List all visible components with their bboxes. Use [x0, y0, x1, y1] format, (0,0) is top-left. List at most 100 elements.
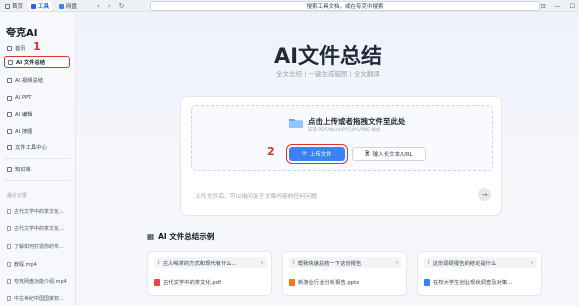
example-card[interactable]: ⁞ 帮我快速总结一下这份报告 › 新游业行业分析报告.pptx — [282, 251, 407, 296]
upload-file-button[interactable]: ⟳ 上传文件 — [286, 144, 348, 164]
pdf-file-icon — [154, 278, 160, 286]
chat-icon: ⁞ — [158, 259, 160, 266]
sidebar-item-knowledge-base[interactable]: 知识库 — [4, 163, 70, 175]
sidebar-item-search-question[interactable]: AI 搜题 — [4, 125, 70, 137]
upload-title: 点击上传或者拖拽文件至此处 — [308, 117, 406, 126]
tools-icon — [31, 3, 36, 9]
input-text-url-button[interactable]: 🗎 输入长文本/URL — [352, 147, 426, 161]
sidebar-item-label: AI 搜题 — [15, 129, 33, 135]
chevron-right-icon: › — [530, 259, 533, 266]
sidebar-item-label: AI 视频总结 — [15, 78, 44, 84]
example-card[interactable]: ⁞ 这份调研报告的结论是什么 › 在校大学生创业现状调查及对策... — [417, 251, 542, 296]
annotation-number-two: 2 — [267, 145, 275, 158]
back-icon[interactable]: ‹ — [97, 2, 100, 10]
recent-item[interactable]: 古代文学中的茶文化... — [4, 222, 70, 234]
pptx-file-icon — [289, 278, 295, 286]
upload-dropzone[interactable]: 点击上传或者拖拽文件至此处 支持 PDF/Word/PPT/JPG/PNG 格式… — [191, 105, 493, 171]
grid-icon: ▦ — [147, 232, 155, 241]
edit-icon — [7, 111, 12, 117]
recent-item[interactable]: 中古世纪中国国家权... — [4, 292, 70, 304]
upload-formats: 支持 PDF/Word/PPT/JPG/PNG 格式 — [308, 128, 381, 133]
arrow-right-icon: → — [481, 190, 488, 199]
refresh-icon[interactable]: ↻ — [119, 2, 125, 10]
example-question[interactable]: ⁞ 古人喝茶的方式和现代有什么... › — [154, 257, 267, 268]
example-question-label: 帮我快速总结一下这份报告 — [297, 260, 362, 267]
recent-item-label: 古代文学中的茶文化... — [14, 208, 64, 215]
upload-icon: ⟳ — [302, 151, 307, 157]
examples-title: AI 文件总结示例 — [158, 232, 215, 241]
pin-icon[interactable]: ⊡ — [541, 3, 546, 10]
sidebar-item-label: AI 文件总结 — [16, 60, 46, 66]
sidebar-item-label: 文件工具中心 — [15, 145, 47, 151]
upload-file-button-label: 上传文件 — [309, 152, 332, 158]
nav-arrows: ‹ › ↻ — [97, 1, 125, 11]
recent-item[interactable]: 教程.mp4 — [4, 258, 70, 270]
sidebar-item-edit[interactable]: AI 编辑 — [4, 108, 70, 120]
question-input[interactable]: 上传文件后，可以询问关于文章内容的任何问题 — [195, 191, 317, 200]
ppt-icon — [7, 95, 12, 101]
upload-card: 点击上传或者拖拽文件至此处 支持 PDF/Word/PPT/JPG/PNG 格式… — [180, 96, 502, 216]
app-logo: 夸克AI — [6, 28, 38, 39]
sidebar-item-label: AI PPT — [15, 95, 32, 101]
example-question[interactable]: ⁞ 帮我快速总结一下这份报告 › — [289, 257, 402, 268]
recent-item-label: 夸克网盘功能介绍.mp4 — [14, 278, 67, 285]
search-question-icon — [7, 128, 12, 134]
example-card[interactable]: ⁞ 古人喝茶的方式和现代有什么... › 古代文学中的茶文化.pdf — [147, 251, 272, 296]
sidebar: 夸克AI 首页 AI 文件总结 AI 视频总结 AI PPT AI 编辑 AI … — [0, 12, 76, 306]
recent-item-label: 了解如何打造你的专... — [14, 243, 64, 250]
title-bar: 首页 工具 网盘 ‹ › ↻ 搜索工具文档，或在夸克中搜索 ⊡ — ☐ — [0, 0, 579, 12]
tab-home-label: 首页 — [12, 4, 24, 10]
recent-section-title: 最近记录 — [7, 193, 28, 199]
minimize-icon[interactable]: — — [555, 3, 561, 10]
recent-item[interactable]: 夸克网盘功能介绍.mp4 — [4, 275, 70, 287]
chat-icon: ⁞ — [428, 259, 430, 266]
send-button[interactable]: → — [478, 188, 491, 201]
forward-icon[interactable]: › — [108, 2, 111, 10]
tab-tools-label: 工具 — [38, 4, 50, 10]
tab-cloud-drive-label: 网盘 — [66, 4, 78, 10]
example-question[interactable]: ⁞ 这份调研报告的结论是什么 › — [424, 257, 537, 268]
tab-tools[interactable]: 工具 — [28, 1, 53, 11]
example-file-name: 古代文学中的茶文化.pdf — [163, 280, 221, 286]
file-icon — [7, 208, 11, 214]
knowledge-base-icon — [7, 166, 12, 172]
chat-icon: ⁞ — [293, 259, 295, 266]
maximize-icon[interactable]: ☐ — [570, 3, 575, 10]
examples-header: ▦ AI 文件总结示例 — [147, 231, 214, 242]
video-file-icon — [7, 278, 11, 284]
sidebar-item-file-tools[interactable]: 文件工具中心 — [4, 141, 70, 153]
recent-item-label: 中古世纪中国国家权... — [14, 295, 64, 302]
recent-item-label: 教程.mp4 — [14, 261, 37, 268]
text-icon: 🗎 — [365, 150, 370, 157]
sidebar-item-label: 首页 — [15, 46, 26, 52]
chevron-right-icon: › — [395, 259, 398, 266]
sidebar-item-video-summary[interactable]: AI 视频总结 — [4, 74, 70, 86]
recent-item[interactable]: 古代文学中的茶文化... — [4, 205, 70, 217]
page-title: AI文件总结 — [273, 44, 383, 68]
window-controls: ⊡ — ☐ — [541, 1, 575, 11]
video-file-icon — [7, 261, 11, 267]
file-icon — [7, 243, 11, 249]
example-file: 古代文学中的茶文化.pdf — [154, 278, 221, 286]
recent-item[interactable]: 了解如何打造你的专... — [4, 240, 70, 252]
annotation-number-one: 1 — [33, 40, 41, 53]
tab-cloud-drive[interactable]: 网盘 — [56, 1, 80, 11]
sidebar-item-ppt[interactable]: AI PPT — [4, 92, 70, 104]
search-input[interactable]: 搜索工具文档，或在夸克中搜索 — [150, 1, 540, 11]
file-tools-icon — [7, 144, 12, 150]
example-file: 在校大学生创业现状调查及对策... — [424, 278, 512, 286]
doc-file-icon — [424, 278, 430, 286]
file-summary-icon — [8, 59, 13, 65]
sidebar-divider — [4, 158, 70, 159]
cloud-drive-icon — [59, 3, 64, 9]
tab-home[interactable]: 首页 — [2, 1, 26, 11]
video-summary-icon — [7, 77, 12, 83]
page-subtitle: 全文总结 | 一键生成脑图 | 全文翻译 — [276, 70, 380, 78]
example-file-name: 在校大学生创业现状调查及对策... — [433, 280, 513, 286]
file-icon — [7, 295, 11, 301]
sidebar-divider — [4, 180, 70, 181]
recent-item-label: 古代文学中的茶文化... — [14, 225, 64, 232]
example-file-name: 新游业行业分析报告.pptx — [298, 280, 360, 286]
sidebar-item-file-summary[interactable]: AI 文件总结 — [4, 56, 70, 68]
main-content: AI文件总结 全文总结 | 一键生成脑图 | 全文翻译 点击上传或者拖拽文件至此… — [77, 12, 579, 306]
